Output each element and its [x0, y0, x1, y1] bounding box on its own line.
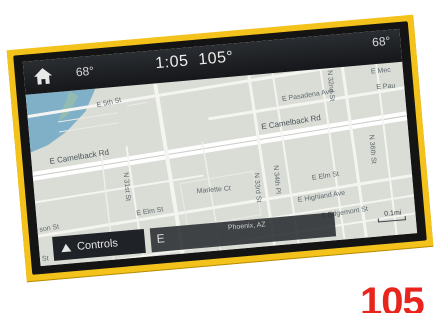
home-icon[interactable] [31, 65, 55, 87]
infotainment-photo: 68° 1:05 105° 68° E Camelback Rd E Camel… [6, 14, 434, 282]
label-st-left: St [41, 255, 49, 263]
clock: 1:05 105° [155, 49, 235, 74]
screen-bezel: 68° 1:05 105° 68° E Camelback Rd E Camel… [13, 21, 427, 275]
clock-time: 1:05 [154, 52, 190, 73]
street-direction: E [156, 231, 166, 246]
controls-label: Controls [76, 237, 119, 253]
overlay-caption: 105 [360, 280, 425, 313]
water-area [25, 88, 96, 153]
canvas: 68° 1:05 105° 68° E Camelback Rd E Camel… [0, 0, 437, 313]
chevron-up-icon [60, 243, 72, 253]
nav-screen: 68° 1:05 105° 68° E Camelback Rd E Camel… [22, 28, 418, 267]
road-h2 [34, 174, 204, 204]
clock-temp: 105° [197, 48, 235, 69]
outside-temp-left: 68° [75, 63, 95, 80]
current-city: Phoenix, AZ [227, 221, 266, 232]
outside-temp-right: 68° [371, 33, 391, 50]
